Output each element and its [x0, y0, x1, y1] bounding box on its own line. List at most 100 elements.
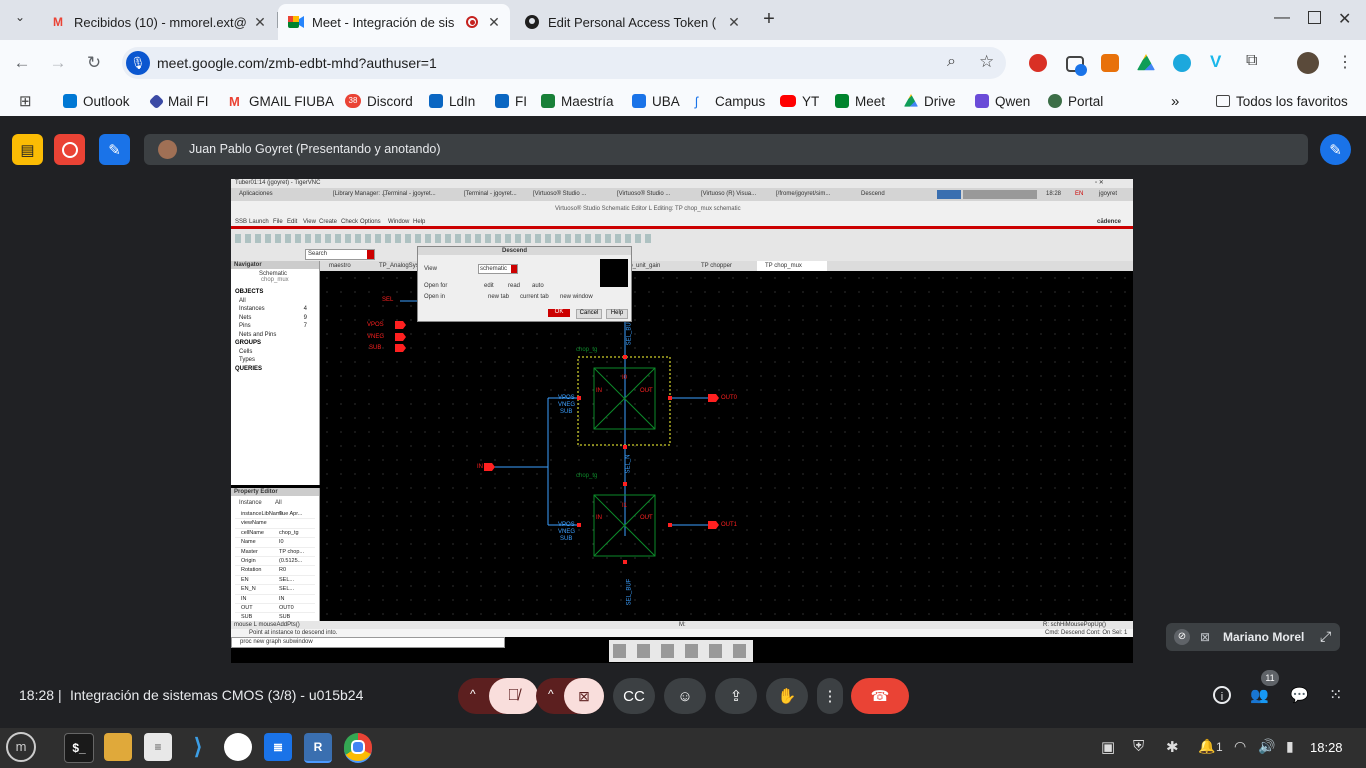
- emoji-icon[interactable]: ☺: [664, 678, 706, 714]
- property-value[interactable]: (0.5125...: [279, 558, 302, 564]
- vimeo-icon[interactable]: V: [1210, 52, 1221, 72]
- back-arrow-icon[interactable]: ←: [11, 52, 33, 74]
- navigator-item[interactable]: Cells: [235, 349, 315, 358]
- navigator-item[interactable]: All: [235, 298, 315, 307]
- files-folder-icon[interactable]: [104, 733, 132, 761]
- property-row[interactable]: cellName chop_tg: [235, 529, 315, 539]
- tab-search-chevron-icon[interactable]: ⌄: [10, 10, 30, 30]
- text-editor-icon[interactable]: ≡: [144, 733, 172, 761]
- activities-grid-icon[interactable]: ⁙: [1329, 685, 1342, 705]
- navigator-item[interactable]: Nets 9: [235, 315, 315, 324]
- os-clock[interactable]: 18:28: [1310, 740, 1343, 755]
- window-close-icon[interactable]: ✕: [1338, 9, 1351, 29]
- bookmark-fi[interactable]: FI: [495, 92, 527, 110]
- clipboard-tray-icon[interactable]: ▣: [1101, 738, 1115, 756]
- remote-task-item[interactable]: Descend: [861, 191, 885, 197]
- raise-hand-icon[interactable]: ✋: [766, 678, 808, 714]
- annotate-pen-icon[interactable]: ✎: [1320, 134, 1351, 165]
- mint-menu-icon[interactable]: m: [6, 732, 36, 762]
- bookmark-maestria[interactable]: Maestría: [541, 92, 614, 110]
- doc-tab[interactable]: maestro: [329, 263, 351, 269]
- menu-item[interactable]: Window: [388, 219, 409, 225]
- menu-item[interactable]: File: [273, 219, 283, 225]
- dialog-view-dropdown-icon[interactable]: [511, 265, 517, 273]
- minimize-icon[interactable]: —: [1274, 9, 1290, 27]
- navigator-item[interactable]: Nets and Pins: [235, 332, 315, 341]
- chrome-icon[interactable]: [344, 733, 372, 763]
- menu-item[interactable]: View: [303, 219, 316, 225]
- extension-blue-icon[interactable]: [1173, 54, 1191, 72]
- microphone-active-icon[interactable]: 🎙: [126, 51, 150, 75]
- app-circle-icon[interactable]: [224, 733, 252, 761]
- profile-avatar[interactable]: [1297, 52, 1319, 74]
- property-row[interactable]: OUT OUT0: [235, 604, 315, 614]
- apps-grid-icon[interactable]: ⊞: [19, 92, 32, 110]
- bookmark-yt[interactable]: YT: [780, 92, 819, 110]
- property-filter-2[interactable]: All: [275, 500, 282, 506]
- all-bookmarks[interactable]: Todos los favoritos: [1216, 92, 1348, 110]
- navigator-item[interactable]: OBJECTS: [235, 289, 315, 298]
- camera-off-button-icon[interactable]: ⊠: [564, 678, 604, 714]
- menu-item[interactable]: Edit: [287, 219, 297, 225]
- remote-task-item[interactable]: [Virtuoso® Studio ...: [617, 191, 670, 197]
- battery-tray-icon[interactable]: ▮: [1286, 738, 1294, 755]
- participant-tile[interactable]: ⊘ ⊠ Mariano Morel ⤢: [1166, 623, 1340, 651]
- navigator-item[interactable]: Instances 4: [235, 306, 315, 315]
- volume-tray-icon[interactable]: 🔊: [1258, 738, 1275, 755]
- extension-red-icon[interactable]: [1029, 54, 1047, 72]
- dialog-radio-edit[interactable]: edit: [484, 283, 494, 289]
- remote-task-item[interactable]: [Library Manager: ...: [333, 191, 387, 197]
- toolbar-icons[interactable]: [235, 234, 655, 243]
- property-value[interactable]: SEL...: [279, 577, 294, 583]
- present-screen-icon[interactable]: ⇪: [715, 678, 757, 714]
- document-icon[interactable]: ≣: [264, 733, 292, 761]
- bookmark-discord[interactable]: 38 Discord: [345, 92, 413, 110]
- menu-item[interactable]: Create: [319, 219, 337, 225]
- search-dropdown-icon[interactable]: [367, 250, 374, 259]
- navigator-item[interactable]: GROUPS: [235, 340, 315, 349]
- property-value[interactable]: OUT0: [279, 605, 294, 611]
- property-value[interactable]: Tue Apr...: [279, 511, 302, 517]
- info-icon[interactable]: i: [1213, 686, 1231, 704]
- more-options-icon[interactable]: ⋮: [817, 678, 843, 714]
- doc-tab-active[interactable]: TP chop_mux: [757, 261, 827, 271]
- workspace-pager[interactable]: [963, 190, 1037, 199]
- reload-icon[interactable]: ↻: [83, 52, 105, 74]
- bookmarks-overflow[interactable]: »: [1171, 92, 1179, 110]
- close-icon[interactable]: ✕: [250, 14, 270, 31]
- bookmark-drive[interactable]: Drive: [904, 92, 956, 110]
- dialog-radio-current-tab[interactable]: current tab: [520, 294, 549, 300]
- bookmark-star-icon[interactable]: ☆: [979, 52, 994, 72]
- dialog-view-select[interactable]: schematic: [478, 264, 518, 274]
- mic-options-chevron-icon[interactable]: ^: [470, 687, 476, 701]
- restore-icon[interactable]: [1308, 11, 1321, 24]
- record-icon[interactable]: [54, 134, 85, 165]
- remote-task-item[interactable]: [Terminal - jgoyret...: [383, 191, 436, 197]
- remote-dock-icons[interactable]: [613, 644, 747, 658]
- chat-icon[interactable]: 💬: [1290, 686, 1309, 704]
- bookmark-portal[interactable]: Portal: [1048, 92, 1103, 110]
- people-icon[interactable]: 👥: [1250, 686, 1269, 704]
- property-row[interactable]: viewName: [235, 519, 315, 529]
- navigator-item[interactable]: QUERIES: [235, 366, 315, 375]
- property-value[interactable]: IN: [279, 596, 285, 602]
- more-menu-icon[interactable]: ⋮: [1337, 52, 1353, 72]
- hide-presentation-icon[interactable]: ▤: [12, 134, 43, 165]
- extensions-puzzle-icon[interactable]: ⧉: [1246, 52, 1257, 70]
- navigator-item[interactable]: Pins 7: [235, 323, 315, 332]
- zoom-icon[interactable]: ⌕: [947, 53, 956, 71]
- menu-item[interactable]: Check: [341, 219, 358, 225]
- property-row[interactable]: Name I0: [235, 538, 315, 548]
- remote-task-item[interactable]: [/frome/jgoyret/sim...: [776, 191, 830, 197]
- bookmark-qwen[interactable]: Qwen: [975, 92, 1030, 110]
- forward-arrow-icon[interactable]: →: [47, 52, 69, 74]
- terminal-icon[interactable]: $_: [64, 733, 94, 763]
- remote-task-item[interactable]: Aplicaciones: [239, 191, 273, 197]
- property-value[interactable]: SUB: [279, 614, 290, 620]
- property-filter[interactable]: Instance: [239, 500, 262, 506]
- new-tab-plus-icon[interactable]: +: [758, 8, 780, 30]
- dialog-radio-read[interactable]: read: [508, 283, 520, 289]
- property-row[interactable]: IN IN: [235, 595, 315, 604]
- dialog-help-button[interactable]: Help: [606, 309, 628, 319]
- bookmark-outlook[interactable]: Outlook: [63, 92, 130, 110]
